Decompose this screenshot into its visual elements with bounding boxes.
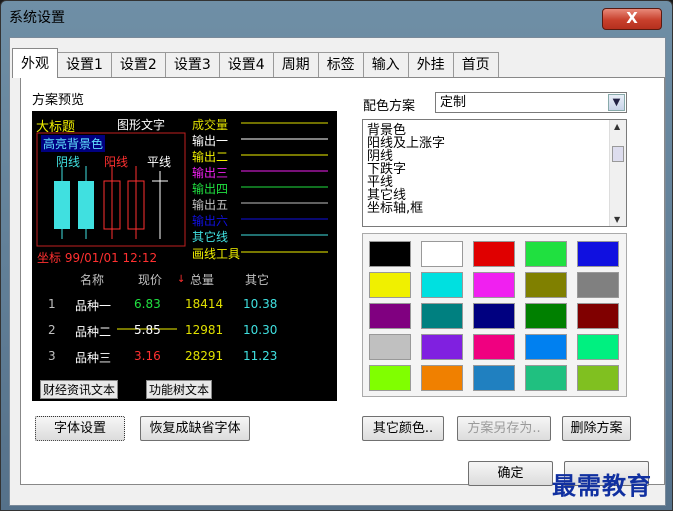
preview-volume: 成交量 <box>192 118 229 132</box>
preview-output-4: 输出四 <box>192 182 229 196</box>
color-swatch[interactable] <box>369 334 411 360</box>
list-item[interactable]: 阳线及上涨字 <box>363 137 626 150</box>
preview-header-name: 名称 <box>80 273 105 287</box>
list-scrollbar[interactable]: ▲ ▼ <box>609 120 626 226</box>
color-swatch[interactable] <box>525 241 567 267</box>
color-swatch[interactable] <box>577 303 619 329</box>
font-settings-button[interactable]: 字体设置 <box>35 416 125 441</box>
preview-row3-other: 11.23 <box>243 349 278 363</box>
color-swatch[interactable] <box>421 303 463 329</box>
preview-label: 方案预览 <box>32 93 85 108</box>
scheme-preview: 大标题 图形文字 高亮背景色 阴线 阳线 平线 成交量 输出一 输出二 输出三 … <box>32 111 337 401</box>
color-swatch[interactable] <box>525 303 567 329</box>
color-swatch[interactable] <box>421 241 463 267</box>
color-item-list[interactable]: 背景色 阳线及上涨字 阴线 下跌字 平线 其它线 坐标轴,框 ▲ ▼ <box>362 119 627 227</box>
color-swatch[interactable] <box>525 365 567 391</box>
color-swatch[interactable] <box>421 334 463 360</box>
tab-period[interactable]: 周期 <box>272 52 319 78</box>
preview-row2-name: 品种二 <box>75 325 112 339</box>
list-item[interactable]: 坐标轴,框 <box>363 202 626 215</box>
preview-row1-other: 10.38 <box>243 297 278 311</box>
preview-row1-price: 6.83 <box>134 297 161 311</box>
color-swatch[interactable] <box>421 365 463 391</box>
preview-row2-other: 10.30 <box>243 323 278 337</box>
preview-row1-idx: 1 <box>48 297 56 311</box>
color-swatch[interactable] <box>577 365 619 391</box>
watermark-logo: 最需教育 <box>552 471 652 500</box>
color-swatch[interactable] <box>369 241 411 267</box>
tab-home[interactable]: 首页 <box>452 52 499 78</box>
tab-bar: 外观 设置1 设置2 设置3 设置4 周期 标签 输入 外挂 首页 <box>12 48 499 78</box>
preview-row2-vol: 12981 <box>185 323 224 337</box>
preview-row1-name: 品种一 <box>75 299 112 313</box>
tab-plugin[interactable]: 外挂 <box>407 52 454 78</box>
color-swatch[interactable] <box>525 334 567 360</box>
preview-output-6: 输出六 <box>192 214 229 228</box>
preview-other-line: 其它线 <box>192 230 229 244</box>
tab-settings-4[interactable]: 设置4 <box>218 52 274 78</box>
settings-window: 系统设置 X 外观 设置1 设置2 设置3 设置4 周期 标签 输入 外挂 首页… <box>0 0 673 511</box>
color-swatch[interactable] <box>473 334 515 360</box>
color-swatch[interactable] <box>577 272 619 298</box>
tab-settings-1[interactable]: 设置1 <box>57 52 112 78</box>
preview-output-3: 输出三 <box>192 166 229 180</box>
chevron-down-icon[interactable]: ▼ <box>608 94 625 111</box>
scroll-down-icon[interactable]: ▼ <box>614 215 620 224</box>
color-swatch[interactable] <box>473 272 515 298</box>
window-title: 系统设置 <box>9 10 65 26</box>
other-color-button[interactable]: 其它颜色.. <box>362 416 444 441</box>
scroll-up-icon[interactable]: ▲ <box>614 122 620 131</box>
preview-header-other: 其它 <box>245 273 270 287</box>
preview-coord: 坐标 99/01/01 12:12 <box>37 251 158 265</box>
color-swatch[interactable] <box>369 365 411 391</box>
preview-output-5: 输出五 <box>192 198 229 212</box>
color-swatch[interactable] <box>421 272 463 298</box>
color-swatch[interactable] <box>525 272 567 298</box>
save-scheme-as-button[interactable]: 方案另存为.. <box>457 416 551 441</box>
color-palette <box>362 233 627 397</box>
delete-scheme-button[interactable]: 删除方案 <box>562 416 631 441</box>
color-scheme-select[interactable]: 定制 ▼ <box>435 92 627 113</box>
preview-func-tree-text: 功能树文本 <box>146 380 213 399</box>
color-swatch[interactable] <box>473 365 515 391</box>
sort-arrow-icon: ↓ <box>177 274 186 285</box>
preview-row3-price: 3.16 <box>134 349 161 363</box>
preview-row2-price: 5.85 <box>134 323 161 337</box>
restore-default-font-button[interactable]: 恢复成缺省字体 <box>140 416 250 441</box>
preview-draw-tool: 画线工具 <box>192 247 241 261</box>
color-scheme-label: 配色方案 <box>363 99 416 114</box>
tab-appearance[interactable]: 外观 <box>12 48 58 78</box>
preview-row3-name: 品种三 <box>75 351 112 365</box>
list-item[interactable]: 下跌字 <box>363 163 626 176</box>
preview-news-text: 财经资讯文本 <box>40 380 119 399</box>
color-swatch[interactable] <box>369 272 411 298</box>
close-button[interactable]: X <box>602 8 662 30</box>
tab-label[interactable]: 标签 <box>317 52 364 78</box>
scroll-thumb[interactable] <box>612 146 624 162</box>
preview-header-vol: 总量 <box>190 273 215 287</box>
preview-row1-vol: 18414 <box>185 297 224 311</box>
color-swatch[interactable] <box>369 303 411 329</box>
tab-settings-2[interactable]: 设置2 <box>110 52 166 78</box>
preview-row3-vol: 28291 <box>185 349 224 363</box>
preview-row2-idx: 2 <box>48 323 56 337</box>
color-scheme-value: 定制 <box>440 95 467 110</box>
color-swatch[interactable] <box>473 303 515 329</box>
color-swatch[interactable] <box>473 241 515 267</box>
color-swatch[interactable] <box>577 241 619 267</box>
color-swatch[interactable] <box>577 334 619 360</box>
preview-output-1: 输出一 <box>192 134 229 148</box>
tab-settings-3[interactable]: 设置3 <box>164 52 220 78</box>
preview-header-price: 现价 <box>138 273 163 287</box>
ok-button[interactable]: 确定 <box>468 461 553 486</box>
preview-row3-idx: 3 <box>48 349 56 363</box>
tab-input[interactable]: 输入 <box>362 52 409 78</box>
preview-output-2: 输出二 <box>192 150 229 164</box>
